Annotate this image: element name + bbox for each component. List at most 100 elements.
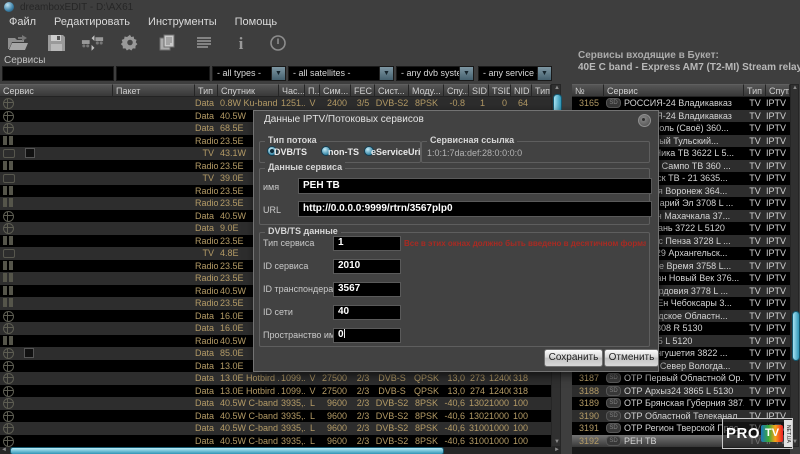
service-row[interactable]: Data0.8W Ku-band ...1251...V24003/5DVB-S… <box>0 97 551 110</box>
cell: TV <box>744 272 766 285</box>
пространство-имен-field[interactable]: 0 <box>333 328 401 343</box>
cell: TV <box>744 322 766 335</box>
column-header-4[interactable]: Час... <box>279 84 305 97</box>
column-header-11[interactable]: SID <box>469 84 489 97</box>
radio-speakers-icon <box>3 236 7 245</box>
chevron-down-icon[interactable]: ▼ <box>271 67 285 80</box>
menu-item-0[interactable]: Файл <box>0 15 45 29</box>
cell: IPTV <box>766 235 790 248</box>
cell <box>113 397 195 410</box>
cell: -40,6 <box>444 397 469 410</box>
data-globe-icon <box>3 411 14 422</box>
iptv-service-dialog: Данные IPTV/Потоковых сервисов Тип поток… <box>253 110 659 372</box>
id-транспондера-field[interactable]: 3567 <box>333 282 401 297</box>
save-icon[interactable] <box>43 33 69 53</box>
column-header-2[interactable]: Тип <box>195 84 218 97</box>
column-header-7[interactable]: FEC <box>351 84 375 97</box>
cancel-button[interactable]: Отменить <box>604 349 659 367</box>
cell: Data <box>195 385 218 398</box>
column-header-0[interactable]: Сервис <box>0 84 113 97</box>
cell: 1099... <box>279 372 305 385</box>
cell: 100 <box>511 422 532 435</box>
watermark-pro-text: PRO <box>723 425 760 442</box>
cell: TV <box>744 185 766 198</box>
bouquet-column-header-3[interactable]: Спут... <box>766 84 790 97</box>
about-icon[interactable] <box>265 33 291 53</box>
bouquet-column-header-0[interactable]: № <box>572 84 604 97</box>
chevron-down-icon[interactable]: ▼ <box>459 67 473 80</box>
type-filter-dropdown[interactable]: - all types -▼ <box>212 66 286 81</box>
тип-сервиса-field[interactable]: 1 <box>333 236 401 251</box>
cell <box>0 385 113 398</box>
dvb-system-filter-dropdown[interactable]: - any dvb system -▼ <box>396 66 474 81</box>
bouquet-service-row[interactable]: 3189SDОТР Брянская Губерния 387...TVIPTV <box>572 397 790 410</box>
cell <box>0 235 113 248</box>
cell: -0.8 <box>444 97 469 110</box>
chevron-down-icon[interactable]: ▼ <box>537 67 551 80</box>
service-row[interactable]: Data40.5W C-band ...3935,...L96002/3DVB-… <box>0 397 551 410</box>
services-hscrollbar[interactable]: ◄ ► <box>0 447 561 454</box>
id-сети-field[interactable]: 40 <box>333 305 401 320</box>
service-row[interactable]: Data40.5W C-band ...3935,...L96002/3DVB-… <box>0 435 551 448</box>
url-field[interactable]: http://0.0.0.0:9999/rtrn/3567plp0 <box>298 201 652 217</box>
bouquet-column-header-1[interactable]: Сервис <box>604 84 744 97</box>
bouquet-vscroll-thumb[interactable] <box>792 311 800 361</box>
column-header-13[interactable]: NID <box>511 84 532 97</box>
bouquet-service-row[interactable]: 3188SDОТР Архыз24 3865 L 5130TVIPTV <box>572 385 790 398</box>
services-hscroll-thumb[interactable] <box>10 447 444 454</box>
cell <box>0 435 113 448</box>
column-header-5[interactable]: П... <box>305 84 320 97</box>
column-header-3[interactable]: Спутник <box>218 84 279 97</box>
cell: DVB-S2 <box>375 422 409 435</box>
service-row[interactable]: Data40.5W C-band ...3935,...L96002/3DVB-… <box>0 410 551 423</box>
service-row[interactable]: Data13.0E Hotbird ...1099...V275002/3DVB… <box>0 385 551 398</box>
cell <box>0 172 113 185</box>
copy-icon[interactable] <box>154 33 180 53</box>
id-сервиса-field[interactable]: 2010 <box>333 259 401 274</box>
cell: 13,0 <box>444 385 469 398</box>
cell <box>113 422 195 435</box>
ftp-transfer-icon[interactable] <box>80 33 106 53</box>
service-search-input[interactable] <box>2 66 114 81</box>
save-button[interactable]: Сохранить <box>544 349 603 367</box>
cell: TV <box>744 110 766 123</box>
cell: 273 <box>469 372 489 385</box>
bouquet-vscrollbar[interactable]: ▲ ▼ <box>790 84 799 447</box>
titlebar: dreamboxEDIT - D:\AX61 <box>0 0 800 15</box>
bouquet-column-header-2[interactable]: Тип <box>744 84 766 97</box>
column-header-1[interactable]: Пакет <box>113 84 195 97</box>
info-icon[interactable]: i <box>228 33 254 53</box>
open-file-icon[interactable] <box>6 33 32 53</box>
name-field[interactable]: РЕН ТВ <box>298 178 652 194</box>
bouquet-service-row[interactable]: 3165SDРОССИЯ-24 ВладикавказTVIPTV <box>572 97 790 110</box>
cell: 2/3 <box>351 422 375 435</box>
cell <box>113 260 195 273</box>
cell: 3935,... <box>279 410 305 423</box>
service-row[interactable]: Data13.0E Hotbird ...1099...V275002/3DVB… <box>0 372 551 385</box>
column-header-14[interactable]: Тип <box>532 84 551 97</box>
column-header-8[interactable]: Сист... <box>375 84 409 97</box>
cell: 9600 <box>320 422 351 435</box>
chevron-down-icon[interactable]: ▼ <box>379 67 393 80</box>
column-header-9[interactable]: Моду... <box>409 84 444 97</box>
settings-gear-icon[interactable] <box>117 33 143 53</box>
menu-item-2[interactable]: Инструменты <box>139 15 226 29</box>
radio-label: non-TS <box>328 147 359 157</box>
service-filter-dropdown[interactable]: - any service -▼ <box>478 66 552 81</box>
column-header-6[interactable]: Сим... <box>320 84 351 97</box>
list-icon[interactable] <box>191 33 217 53</box>
bouquet-service-row[interactable]: 3187SDОТР Первый Областной Ор...TVIPTV <box>572 372 790 385</box>
menu-item-1[interactable]: Редактировать <box>45 15 139 29</box>
cell <box>532 385 551 398</box>
data-globe-icon <box>3 373 14 384</box>
close-icon[interactable] <box>638 114 651 127</box>
package-search-input[interactable] <box>116 66 210 81</box>
menu-item-3[interactable]: Помощь <box>226 15 287 29</box>
app-window: dreamboxEDIT - D:\AX61 ФайлРедактировать… <box>0 0 800 454</box>
satellite-filter-dropdown[interactable]: - all satellites -▼ <box>288 66 394 81</box>
column-header-12[interactable]: TSID <box>489 84 511 97</box>
service-row[interactable]: Data40.5W C-band ...3935,...L96002/3DVB-… <box>0 422 551 435</box>
cell <box>0 185 113 198</box>
cell: DVB-S <box>375 385 409 398</box>
column-header-10[interactable]: Спу... <box>444 84 469 97</box>
